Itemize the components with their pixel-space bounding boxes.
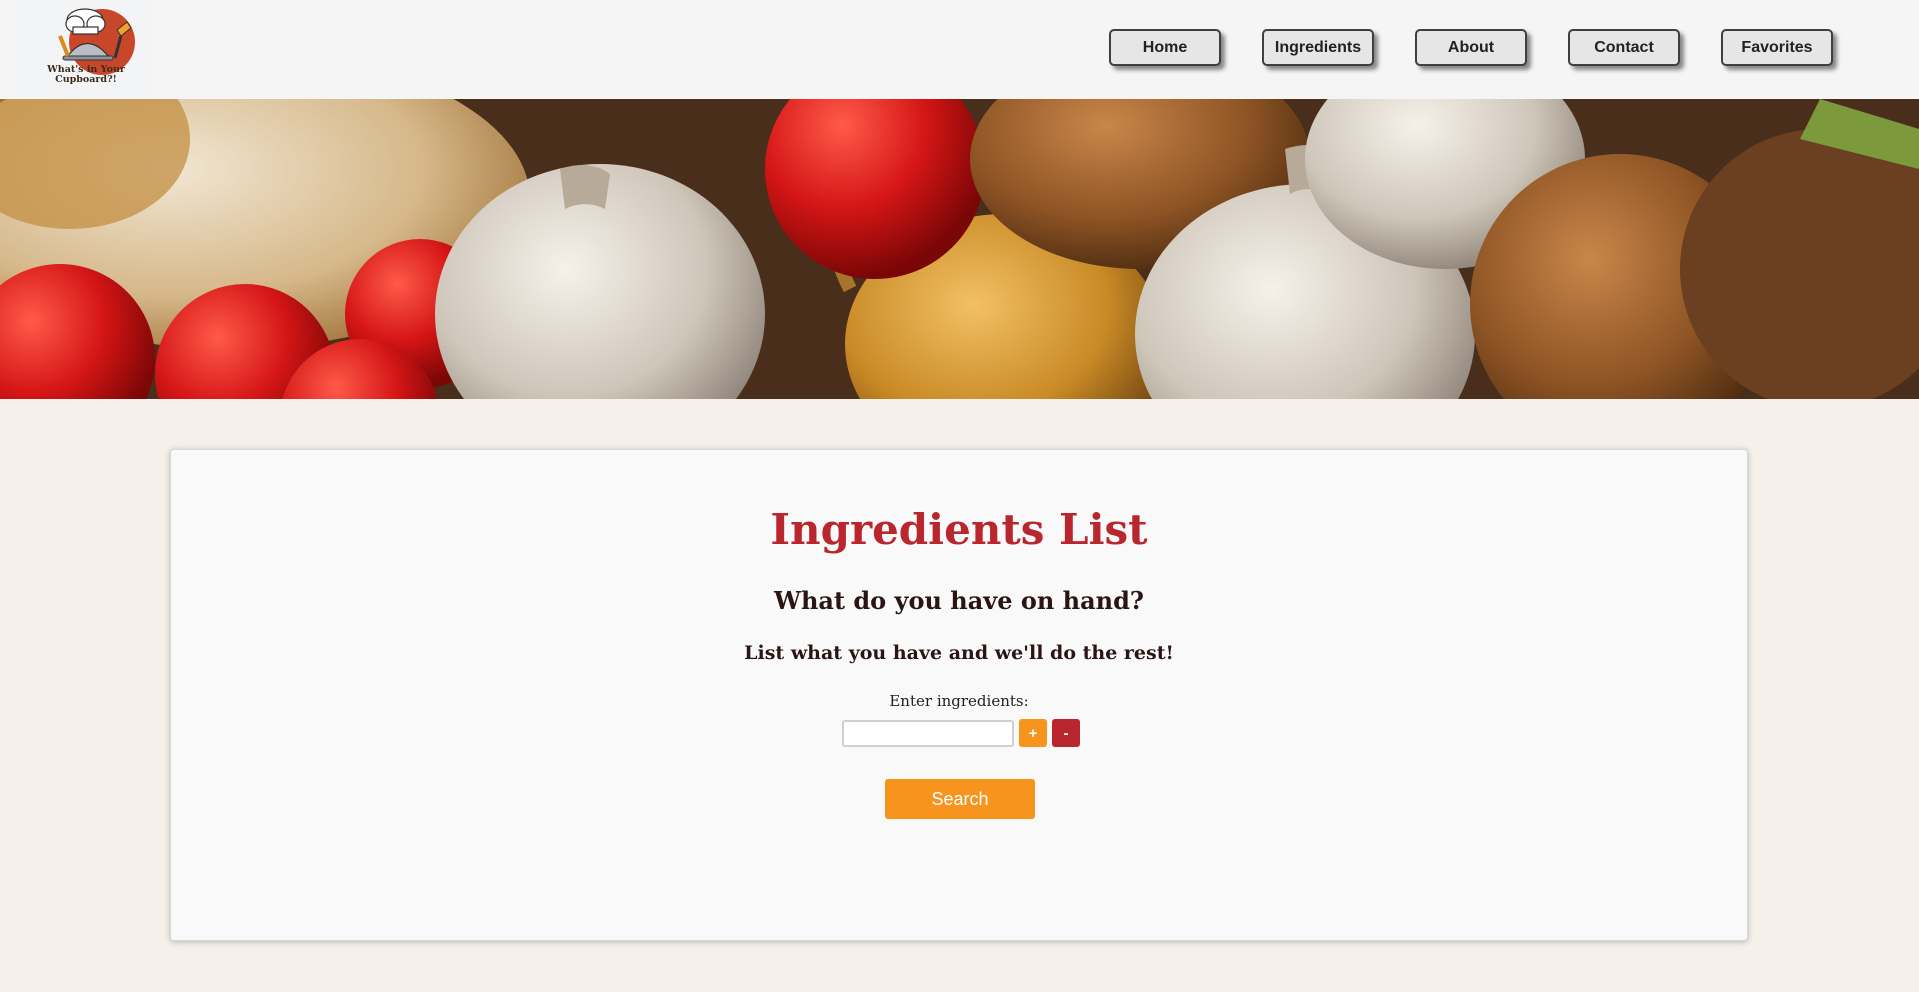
vegetables-illustration [0,99,1919,399]
logo-text-line2: Cupboard?! [55,74,117,85]
logo-text: What's in Your Cupboard?! [17,65,155,85]
page-tagline: List what you have and we'll do the rest… [744,642,1174,664]
ingredient-input[interactable] [842,720,1014,747]
page-title: Ingredients List [770,505,1148,554]
nav-contact-button[interactable]: Contact [1568,29,1680,66]
site-logo[interactable]: What's in Your Cupboard?! [17,0,155,99]
nav-home-button[interactable]: Home [1109,29,1221,66]
hero-banner-image [0,99,1919,399]
nav-ingredients-button[interactable]: Ingredients [1262,29,1374,66]
main-nav: Home Ingredients About Contact Favorites [1109,29,1833,66]
nav-favorites-button[interactable]: Favorites [1721,29,1833,66]
ingredients-card: Ingredients List What do you have on han… [170,449,1748,941]
search-button[interactable]: Search [885,779,1035,819]
page-subtitle: What do you have on hand? [774,586,1144,615]
nav-about-button[interactable]: About [1415,29,1527,66]
remove-ingredient-button[interactable]: - [1052,719,1080,747]
site-header: What's in Your Cupboard?! Home Ingredien… [0,0,1919,99]
ingredients-input-label: Enter ingredients: [889,692,1029,710]
add-ingredient-button[interactable]: + [1019,719,1047,747]
